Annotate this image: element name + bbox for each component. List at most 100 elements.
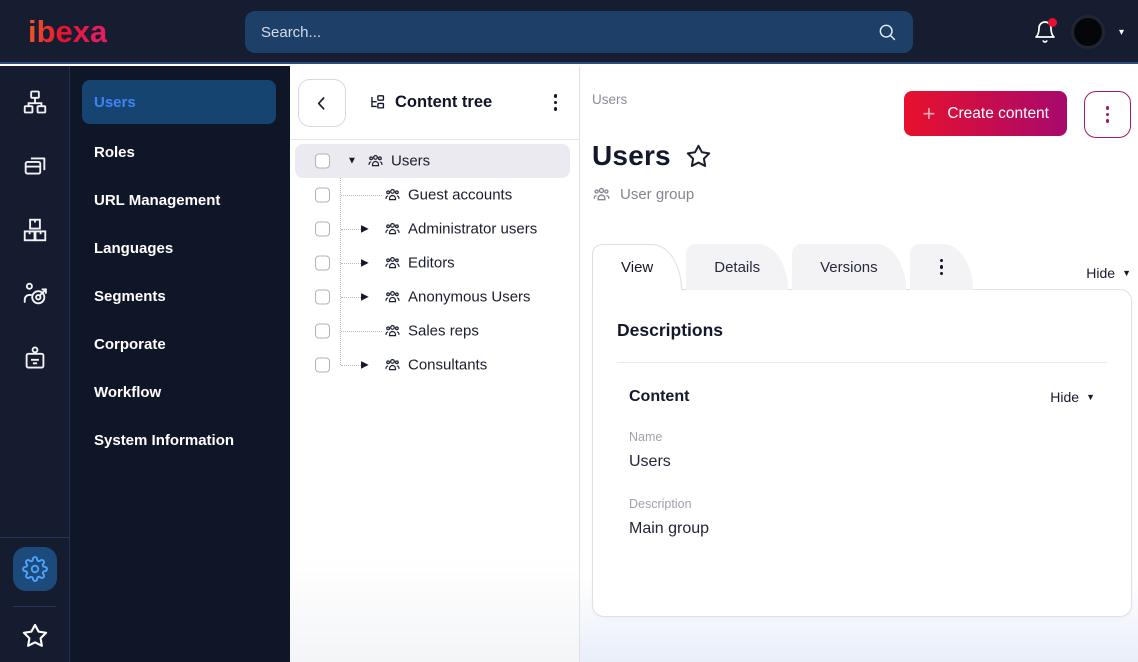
- settings-gear-icon: [22, 556, 48, 582]
- tree-guide-stub: [341, 229, 361, 230]
- favorites-star-icon[interactable]: [21, 622, 49, 650]
- tree-options-menu-icon[interactable]: [548, 88, 564, 117]
- tree-item-users[interactable]: ▼ Users: [290, 144, 579, 178]
- tree-guide-stub: [341, 331, 382, 332]
- rail-divider: [0, 537, 69, 538]
- settings-gear-button[interactable]: [13, 547, 57, 591]
- more-options-button[interactable]: [1084, 91, 1131, 138]
- sidebar-item-system-information[interactable]: System Information: [70, 416, 290, 464]
- hide-section-toggle[interactable]: Hide ▼: [1050, 389, 1095, 405]
- icon-rail: [0, 66, 70, 662]
- user-group-icon: [592, 185, 611, 204]
- hide-panel-toggle[interactable]: Hide ▼: [1086, 265, 1131, 281]
- sitemap-icon[interactable]: [21, 88, 49, 116]
- tree-guide-stub: [341, 263, 361, 264]
- tree-item-guest-accounts[interactable]: Guest accounts: [290, 178, 579, 212]
- tree-checkbox[interactable]: [315, 255, 330, 271]
- content-type-label: User group: [620, 186, 695, 203]
- tree-guide-stub: [341, 297, 361, 298]
- tree-item-editors[interactable]: ▶ Editors: [290, 246, 579, 280]
- create-content-button[interactable]: + Create content: [904, 91, 1067, 136]
- user-group-icon: [384, 357, 401, 374]
- field-description: Description Main group: [629, 497, 1131, 538]
- tree-item-anonymous-users[interactable]: ▶ Anonymous Users: [290, 280, 579, 314]
- collapse-tree-button[interactable]: [298, 78, 346, 127]
- sidebar-item-workflow[interactable]: Workflow: [70, 368, 290, 416]
- tabs-bar: View Details Versions Hide ▼: [592, 244, 1132, 290]
- sidebar-item-languages[interactable]: Languages: [70, 224, 290, 272]
- search-input[interactable]: [261, 23, 877, 41]
- collapse-arrow-icon[interactable]: ▼: [347, 156, 357, 167]
- sidebar-item-url-management[interactable]: URL Management: [70, 176, 290, 224]
- search-icon[interactable]: [877, 22, 897, 42]
- field-name: Name Users: [629, 430, 1131, 471]
- section-title: Content: [629, 388, 690, 405]
- expand-arrow-icon[interactable]: ▶: [361, 224, 369, 235]
- product-boxes-icon[interactable]: [21, 216, 49, 244]
- content-tree-header: Content tree: [290, 66, 579, 140]
- user-group-icon: [384, 221, 401, 238]
- field-value: Users: [629, 453, 671, 470]
- field-label: Description: [629, 497, 692, 511]
- user-group-icon: [384, 187, 401, 204]
- card-divider: [617, 362, 1107, 363]
- tree-checkbox[interactable]: [315, 323, 330, 339]
- tree-checkbox[interactable]: [315, 153, 330, 169]
- main-content: Users + Create content Users User group …: [580, 66, 1138, 662]
- sidebar-item-segments[interactable]: Segments: [70, 272, 290, 320]
- tab-view[interactable]: View: [592, 244, 683, 290]
- tree-checkbox[interactable]: [315, 357, 330, 373]
- card-heading: Descriptions: [617, 320, 723, 340]
- tree-checkbox[interactable]: [315, 187, 330, 203]
- tree-guide-stub: [341, 195, 382, 196]
- sidebar-item-corporate[interactable]: Corporate: [70, 320, 290, 368]
- corporate-badge-icon[interactable]: [21, 344, 49, 372]
- notifications-bell-icon[interactable]: [1033, 18, 1057, 44]
- tab-more[interactable]: [909, 244, 974, 290]
- tree-checkbox[interactable]: [315, 289, 330, 305]
- global-search-bar: [245, 11, 913, 53]
- caret-down-icon: ▼: [1122, 268, 1131, 278]
- app-window: ibexa ▾ Users Ro: [0, 0, 1138, 662]
- user-group-icon: [384, 255, 401, 272]
- content-type-row: User group: [592, 185, 1132, 204]
- tree-item-administrator-users[interactable]: ▶ Administrator users: [290, 212, 579, 246]
- expand-arrow-icon[interactable]: ▶: [361, 292, 369, 303]
- admin-sidebar: Users Roles URL Management Languages Seg…: [70, 66, 290, 662]
- user-menu-caret-icon[interactable]: ▾: [1119, 27, 1124, 38]
- user-group-icon: [384, 289, 401, 306]
- kebab-menu-icon: [1100, 100, 1116, 129]
- sidebar-item-users[interactable]: Users: [82, 80, 276, 124]
- tree-item-sales-reps[interactable]: Sales reps: [290, 314, 579, 348]
- content-cards-icon[interactable]: [21, 152, 49, 180]
- expand-arrow-icon[interactable]: ▶: [361, 360, 369, 371]
- topbar: ibexa ▾: [0, 0, 1138, 64]
- tab-versions[interactable]: Versions: [792, 244, 906, 290]
- avatar[interactable]: [1070, 15, 1105, 49]
- ibexa-logo[interactable]: ibexa: [28, 14, 107, 50]
- topbar-right: ▾: [1033, 0, 1124, 64]
- content-tree-panel: Content tree ▼ Users Guest accounts ▶ Ad…: [290, 66, 580, 662]
- content-section-header: Content Hide ▼: [629, 388, 1095, 406]
- content-tree-title: Content tree: [368, 93, 492, 112]
- chevron-left-icon: [312, 93, 332, 113]
- tab-details[interactable]: Details: [686, 244, 789, 290]
- content-tree-list: ▼ Users Guest accounts ▶ Administrator u…: [290, 140, 579, 382]
- header-actions: + Create content: [904, 91, 1131, 138]
- expand-arrow-icon[interactable]: ▶: [361, 258, 369, 269]
- rail-divider: [13, 606, 56, 607]
- descriptions-card: Descriptions Content Hide ▼ Name Users D…: [592, 289, 1132, 617]
- title-row: Users: [592, 140, 1132, 172]
- page-title: Users: [592, 140, 671, 171]
- caret-down-icon: ▼: [1086, 392, 1095, 402]
- plus-icon: +: [922, 100, 936, 126]
- personalization-target-icon[interactable]: [21, 280, 49, 308]
- field-label: Name: [629, 430, 663, 444]
- kebab-menu-icon: [934, 253, 950, 282]
- notification-dot: [1047, 18, 1057, 27]
- favorite-star-icon[interactable]: [685, 143, 712, 170]
- tree-checkbox[interactable]: [315, 221, 330, 237]
- tree-guide-stub: [341, 365, 361, 366]
- sidebar-item-roles[interactable]: Roles: [70, 128, 290, 176]
- tree-item-consultants[interactable]: ▶ Consultants: [290, 348, 579, 382]
